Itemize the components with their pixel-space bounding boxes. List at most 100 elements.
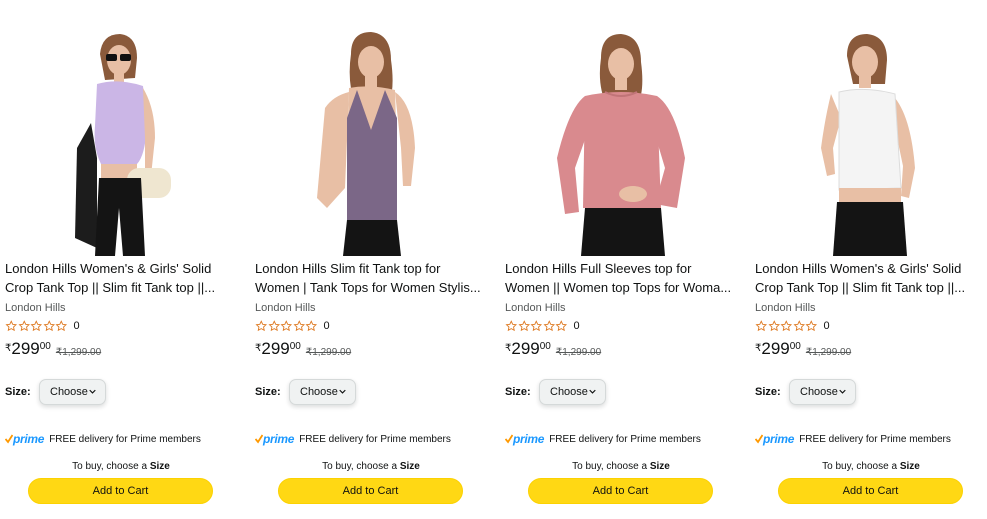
star-outline-icon [30,320,43,332]
product-title[interactable]: London Hills Women's & Girls' Solid Crop… [5,259,233,297]
star-outline-icon [5,320,18,332]
product-title-line1[interactable]: London Hills Full Sleeves top for [505,259,733,278]
product-rating: 0 [755,319,830,333]
product-title-line2[interactable]: Crop Tank Top || Slim fit Tank top ||... [755,278,983,297]
star-outline-icon [505,320,518,332]
size-dropdown[interactable]: Choose [289,379,356,405]
product-photo-purple [255,8,487,256]
prime-wordmark: prime [263,432,295,446]
size-dropdown[interactable]: Choose [789,379,856,405]
delivery-text: FREE delivery for Prime members [799,433,951,445]
size-label: Size: [505,386,531,398]
product-rating: 0 [255,319,330,333]
price-whole: 299 [511,339,540,358]
add-to-cart-button[interactable]: Add to Cart [528,478,713,504]
product-image[interactable] [255,8,487,256]
add-to-cart-button[interactable]: Add to Cart [778,478,963,504]
prime-logo: prime [255,432,294,446]
size-label: Size: [5,386,31,398]
prime-check-icon [255,434,263,444]
star-outline-icon [755,320,768,332]
rating-count[interactable]: 0 [74,320,80,332]
product-price: ₹ 299 00 ₹1,299.00 [505,339,601,359]
product-brand: London Hills [505,302,566,314]
star-outline-icon [767,320,780,332]
star-rating[interactable] [755,320,818,332]
product-photo-white [755,8,987,256]
choose-size-hint: To buy, choose a Size [755,461,987,472]
product-image[interactable] [5,8,237,256]
product-title[interactable]: London Hills Slim fit Tank top for Women… [255,259,483,297]
product-title[interactable]: London Hills Full Sleeves top for Women … [505,259,733,297]
size-dropdown-value: Choose [800,386,838,398]
hint-size: Size [649,461,670,472]
product-rating: 0 [505,319,580,333]
product-title[interactable]: London Hills Women's & Girls' Solid Crop… [755,259,983,297]
price-whole: 299 [761,339,790,358]
hint-prefix: To buy, choose a [572,461,648,472]
star-outline-icon [792,320,805,332]
product-title-line2[interactable]: Women | Tank Tops for Women Stylis... [255,278,483,297]
list-price: ₹1,299.00 [305,347,352,358]
choose-size-hint: To buy, choose a Size [5,461,237,472]
size-row: Size: Choose [755,379,856,405]
size-row: Size: Choose [5,379,106,405]
list-price: ₹1,299.00 [55,347,102,358]
size-dropdown[interactable]: Choose [539,379,606,405]
prime-check-icon [755,434,763,444]
size-label: Size: [755,386,781,398]
rating-count[interactable]: 0 [824,320,830,332]
prime-check-icon [5,434,13,444]
star-rating[interactable] [255,320,318,332]
star-outline-icon [555,320,568,332]
hint-prefix: To buy, choose a [822,461,898,472]
chevron-down-icon [89,389,96,394]
prime-delivery: prime FREE delivery for Prime members [505,432,701,446]
star-rating[interactable] [5,320,68,332]
product-brand: London Hills [755,302,816,314]
price-fraction: 00 [539,341,551,352]
delivery-text: FREE delivery for Prime members [549,433,701,445]
add-to-cart-button[interactable]: Add to Cart [28,478,213,504]
size-dropdown-value: Choose [50,386,88,398]
size-row: Size: Choose [255,379,356,405]
size-dropdown[interactable]: Choose [39,379,106,405]
star-rating[interactable] [505,320,568,332]
product-price: ₹ 299 00 ₹1,299.00 [755,339,852,359]
product-title-line1[interactable]: London Hills Women's & Girls' Solid [5,259,233,278]
list-price: ₹1,299.00 [805,347,852,358]
product-title-line2[interactable]: Crop Tank Top || Slim fit Tank top ||... [5,278,233,297]
prime-logo: prime [755,432,794,446]
hint-prefix: To buy, choose a [322,461,398,472]
delivery-text: FREE delivery for Prime members [299,433,451,445]
star-outline-icon [517,320,530,332]
rating-count[interactable]: 0 [574,320,580,332]
product-grid: London Hills Women's & Girls' Solid Crop… [0,0,987,519]
product-card: London Hills Women's & Girls' Solid Crop… [755,0,987,519]
product-image[interactable] [505,8,737,256]
hint-prefix: To buy, choose a [72,461,148,472]
product-title-line1[interactable]: London Hills Women's & Girls' Solid [755,259,983,278]
product-brand: London Hills [255,302,316,314]
prime-wordmark: prime [13,432,45,446]
product-card: London Hills Full Sleeves top for Women … [505,0,745,519]
price-whole: 299 [11,339,40,358]
chevron-down-icon [839,389,846,394]
product-title-line1[interactable]: London Hills Slim fit Tank top for [255,259,483,278]
star-outline-icon [805,320,818,332]
star-outline-icon [55,320,68,332]
product-image[interactable] [755,8,987,256]
star-outline-icon [280,320,293,332]
size-label: Size: [255,386,281,398]
star-outline-icon [292,320,305,332]
price-whole: 299 [261,339,290,358]
prime-logo: prime [505,432,544,446]
size-dropdown-value: Choose [300,386,338,398]
chevron-down-icon [339,389,346,394]
rating-count[interactable]: 0 [324,320,330,332]
prime-wordmark: prime [763,432,795,446]
product-title-line2[interactable]: Women || Women top Tops for Woma... [505,278,733,297]
star-outline-icon [305,320,318,332]
product-brand: London Hills [5,302,66,314]
add-to-cart-button[interactable]: Add to Cart [278,478,463,504]
